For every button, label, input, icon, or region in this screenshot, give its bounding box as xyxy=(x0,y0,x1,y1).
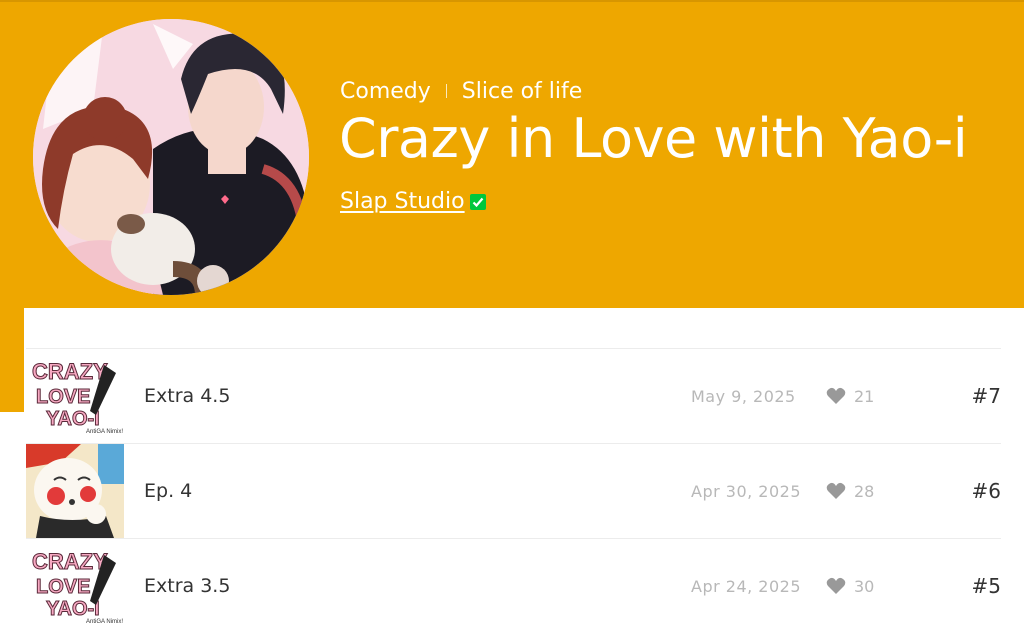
verified-check-icon xyxy=(469,193,486,210)
episode-thumbnail xyxy=(26,444,124,538)
author-link[interactable]: Slap Studio xyxy=(340,189,465,214)
heart-icon xyxy=(826,387,846,404)
episode-number: #6 xyxy=(971,479,1001,503)
likes-count: 21 xyxy=(854,386,875,406)
series-cover-image xyxy=(33,19,309,295)
author-row: Slap Studio xyxy=(340,189,487,214)
episode-list: CRAZY LOVE YAO-I AntiGA Nimix! Extra 4.5… xyxy=(26,348,1001,633)
genre-slice-of-life: Slice of life xyxy=(461,78,583,104)
series-title: Crazy in Love with Yao-i xyxy=(339,107,968,170)
genre-divider xyxy=(445,84,447,98)
episode-thumbnail: CRAZY LOVE YAO-I AntiGA Nimix! xyxy=(26,539,124,633)
episode-title: Ep. 4 xyxy=(144,480,193,502)
svg-text:LOVE: LOVE xyxy=(36,576,90,598)
episode-thumbnail: CRAZY LOVE YAO-I AntiGA Nimix! xyxy=(26,349,124,443)
genre-comedy: Comedy xyxy=(340,78,431,104)
genre-list: Comedy Slice of life xyxy=(340,77,582,105)
svg-text:AntiGA Nimix!: AntiGA Nimix! xyxy=(86,429,123,435)
episode-date: Apr 24, 2025 xyxy=(691,576,802,596)
likes-count: 28 xyxy=(854,481,875,501)
heart-icon xyxy=(826,482,846,499)
episode-date: May 9, 2025 xyxy=(691,386,796,406)
heart-icon xyxy=(826,577,846,594)
episode-row[interactable]: CRAZY LOVE YAO-I AntiGA Nimix! Extra 4.5… xyxy=(26,349,1001,444)
episode-title: Extra 3.5 xyxy=(144,575,231,597)
episode-likes: 30 xyxy=(826,577,874,596)
svg-text:LOVE: LOVE xyxy=(36,386,90,408)
svg-text:CRAZY: CRAZY xyxy=(32,549,108,574)
episode-number: #7 xyxy=(971,384,1001,408)
series-header: Comedy Slice of life Crazy in Love with … xyxy=(0,0,1024,308)
episode-row[interactable]: Ep. 4 Apr 30, 2025 28 #6 xyxy=(26,444,1001,539)
episode-likes: 28 xyxy=(826,482,874,501)
episode-title: Extra 4.5 xyxy=(144,385,231,407)
episode-likes: 21 xyxy=(826,387,874,406)
svg-text:AntiGA Nimix!: AntiGA Nimix! xyxy=(86,619,123,625)
svg-text:CRAZY: CRAZY xyxy=(32,359,108,384)
header-accent-strip xyxy=(0,308,24,412)
likes-count: 30 xyxy=(854,576,875,596)
episode-number: #5 xyxy=(971,574,1001,598)
episode-row[interactable]: CRAZY LOVE YAO-I AntiGA Nimix! Extra 3.5… xyxy=(26,539,1001,633)
episode-date: Apr 30, 2025 xyxy=(691,481,802,501)
